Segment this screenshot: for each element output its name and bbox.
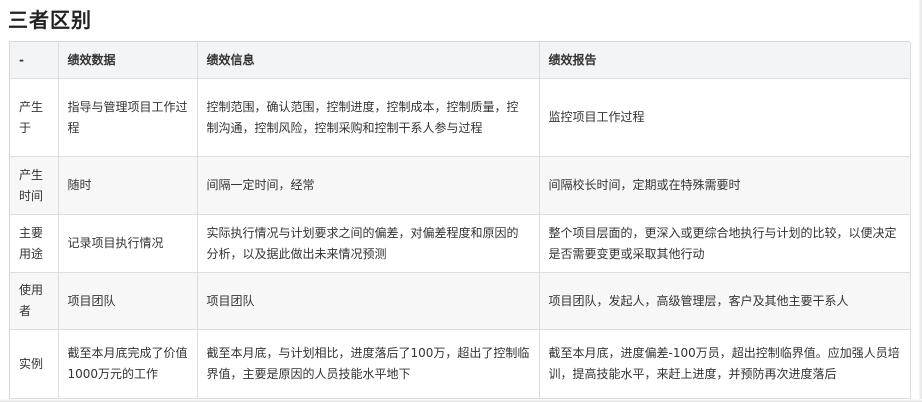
header-cell-performance-report: 绩效报告 (539, 42, 911, 79)
row-label-cell: 主要用途 (10, 214, 59, 273)
row-label-cell: 产生时间 (10, 156, 59, 215)
info-cell: 实际执行情况与计划要求之间的偏差，对偏差程度和原因的分析，以及据此做出未来情况预… (197, 214, 540, 273)
report-cell: 截至本月底，进度偏差-100万员，超出控制临界值。应加强人员培训，提高技能水平，… (539, 329, 911, 399)
screenshot-shadow-right (918, 0, 922, 402)
table-row: 实例 截至本月底完成了价值1000万元的工作 截至本月底，与计划相比，进度落后了… (10, 329, 911, 399)
table-header-row: - 绩效数据 绩效信息 绩效报告 (10, 42, 911, 79)
report-cell: 整个项目层面的，更深入或更综合地执行与计划的比较，以便决定是否需要变更或采取其他… (539, 214, 911, 273)
row-label-cell: 使用者 (10, 272, 59, 330)
report-cell: 项目团队，发起人，高级管理层，客户及其他主要干系人 (539, 272, 911, 330)
data-cell: 项目团队 (58, 272, 198, 330)
row-label-cell: 产生于 (10, 78, 59, 157)
table-row: 产生时间 随时 间隔一定时间，经常 间隔校长时间，定期或在特殊需要时 (10, 156, 911, 215)
info-cell: 项目团队 (197, 272, 540, 330)
table-row: 产生于 指导与管理项目工作过程 控制范围，确认范围，控制进度，控制成本，控制质量… (10, 78, 911, 157)
info-cell: 截至本月底，与计划相比，进度落后了100万，超出了控制临界值，主要是原因的人员技… (197, 329, 540, 399)
report-cell: 间隔校长时间，定期或在特殊需要时 (539, 156, 911, 215)
page-title: 三者区别 (8, 8, 92, 32)
data-cell: 记录项目执行情况 (58, 214, 198, 273)
data-cell: 截至本月底完成了价值1000万元的工作 (58, 329, 198, 399)
header-cell-performance-data: 绩效数据 (58, 42, 198, 79)
header-cell-performance-info: 绩效信息 (197, 42, 540, 79)
header-cell-dash: - (10, 42, 59, 79)
data-cell: 指导与管理项目工作过程 (58, 78, 198, 157)
table-row: 主要用途 记录项目执行情况 实际执行情况与计划要求之间的偏差，对偏差程度和原因的… (10, 214, 911, 273)
row-label-cell: 实例 (10, 329, 59, 399)
info-cell: 控制范围，确认范围，控制进度，控制成本，控制质量，控制沟通，控制风险，控制采购和… (197, 78, 540, 157)
info-cell: 间隔一定时间，经常 (197, 156, 540, 215)
table-row: 使用者 项目团队 项目团队 项目团队，发起人，高级管理层，客户及其他主要干系人 (10, 272, 911, 330)
comparison-table-container: - 绩效数据 绩效信息 绩效报告 产生于 指导与管理项目工作过程 控制范围，确认… (9, 41, 911, 399)
comparison-table: - 绩效数据 绩效信息 绩效报告 产生于 指导与管理项目工作过程 控制范围，确认… (10, 42, 911, 399)
data-cell: 随时 (58, 156, 198, 215)
report-cell: 监控项目工作过程 (539, 78, 911, 157)
